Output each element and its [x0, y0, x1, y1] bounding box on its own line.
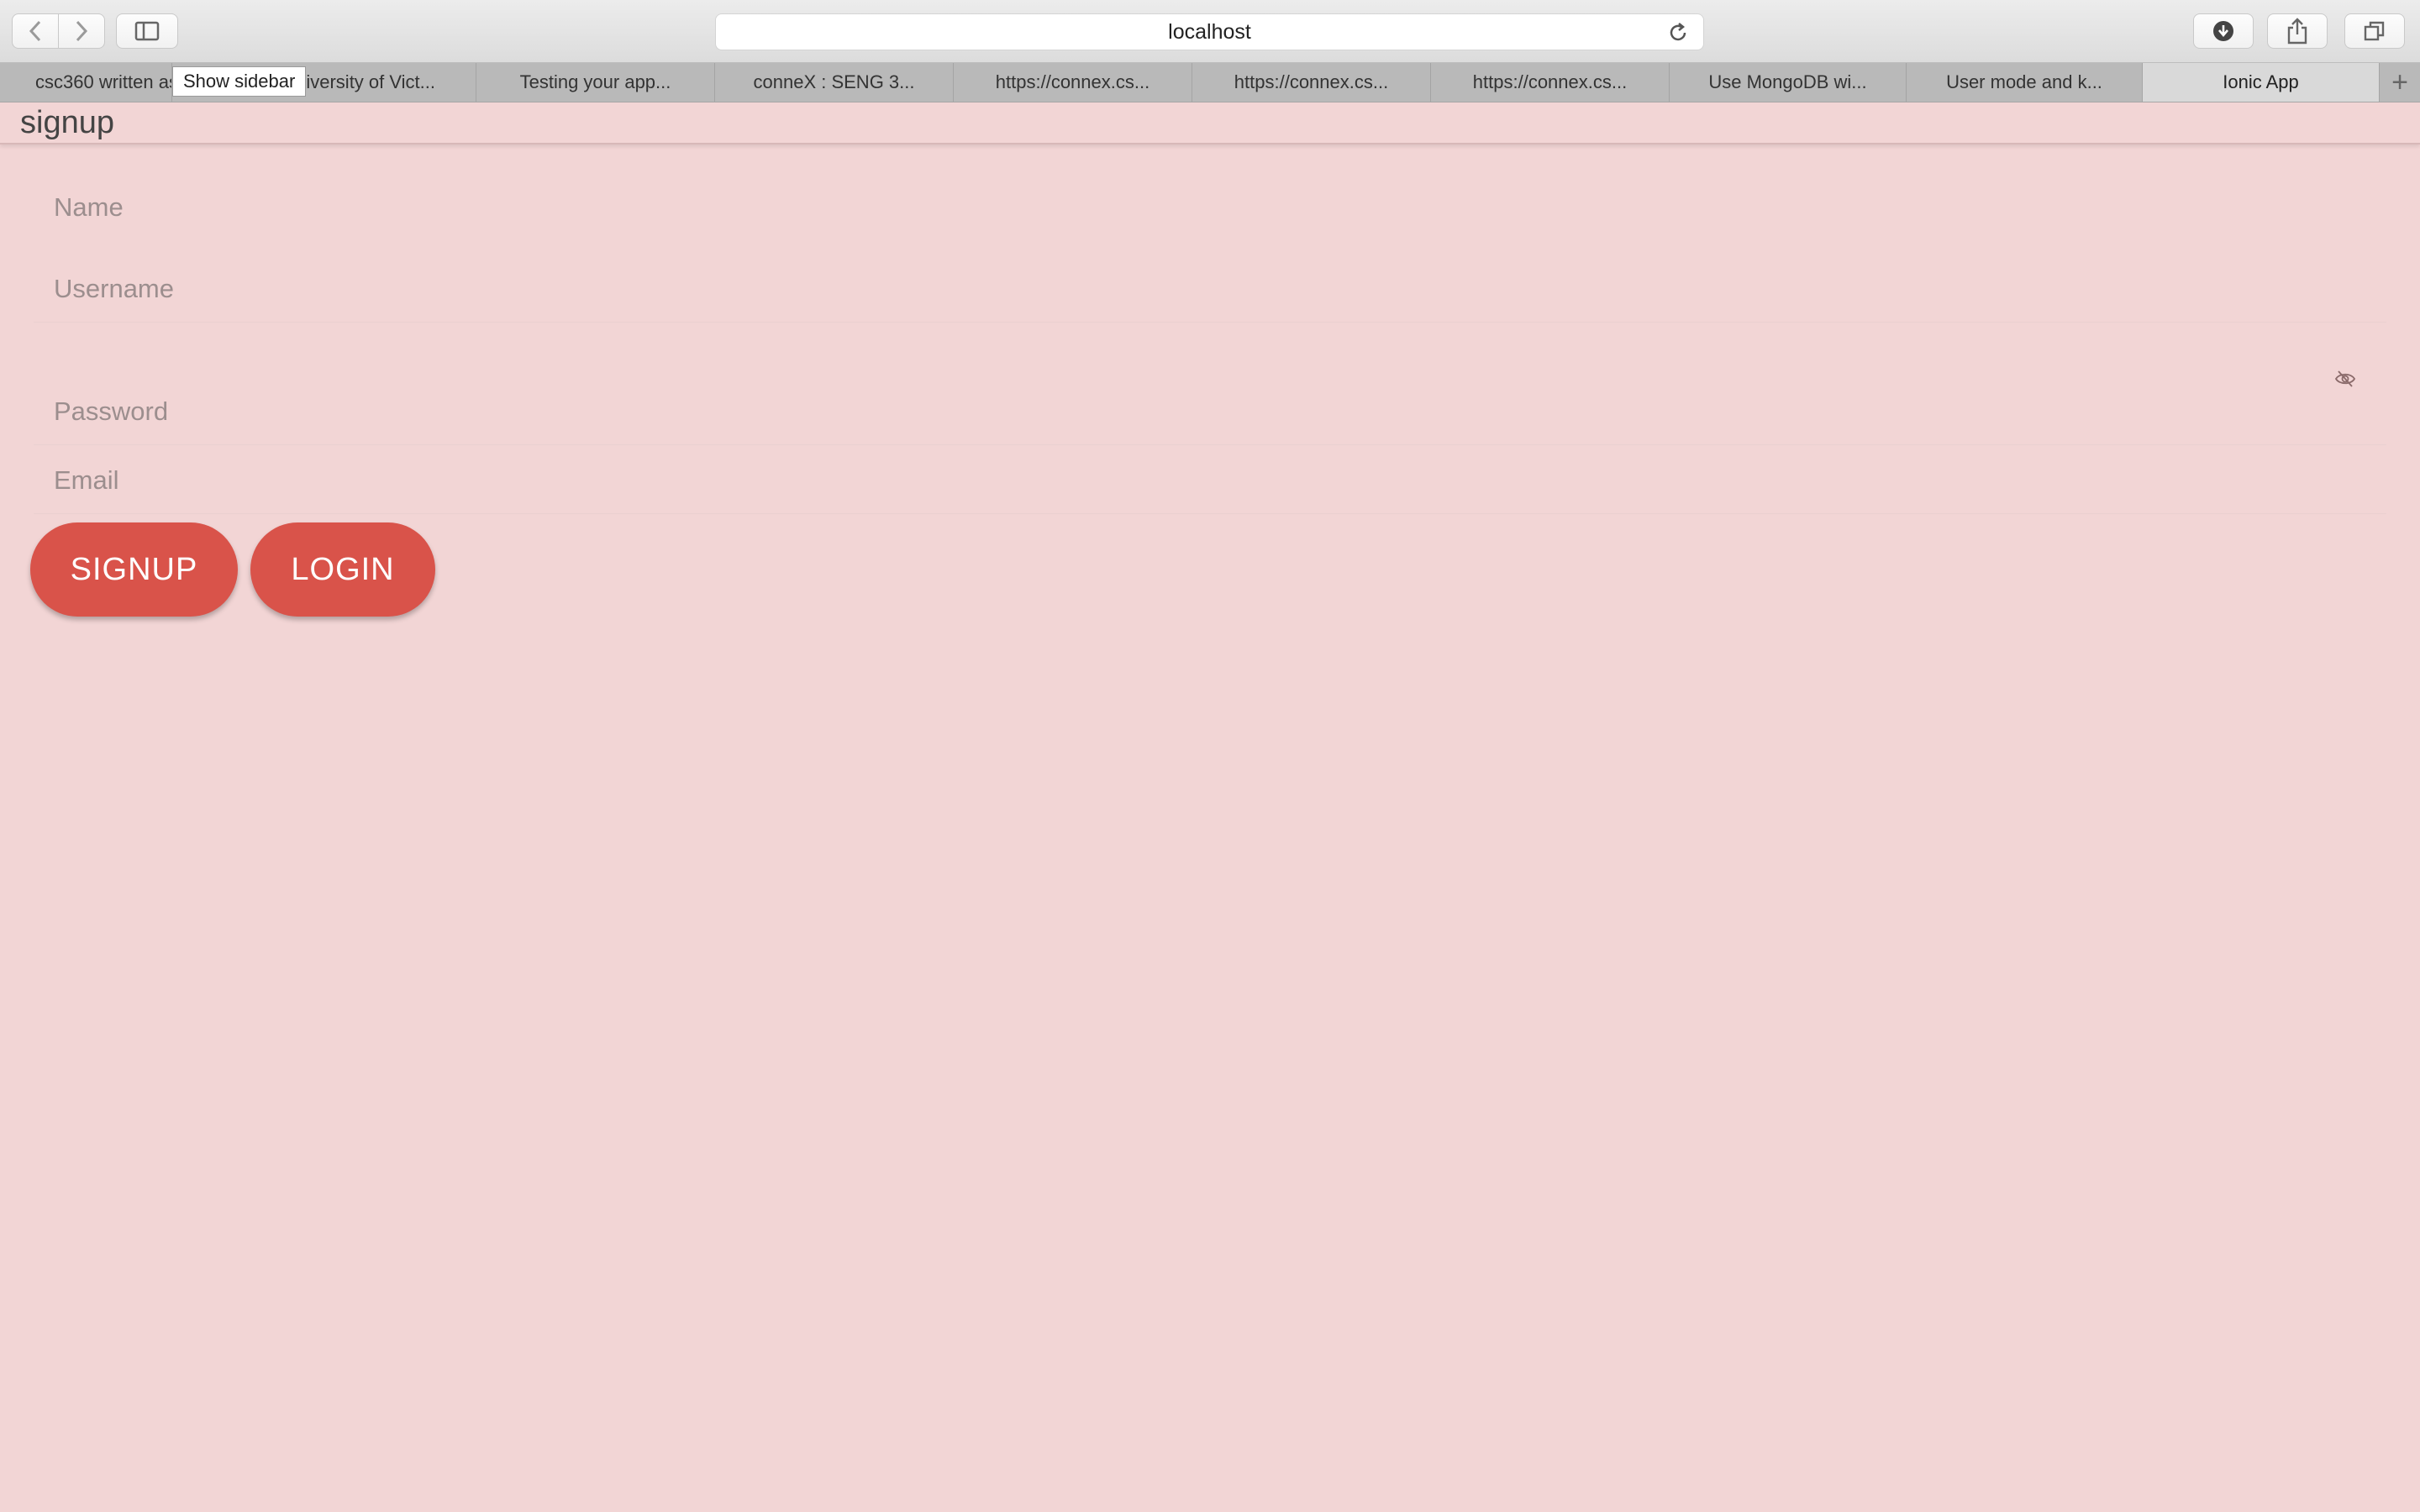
tabs-overview-button[interactable] — [2344, 13, 2405, 49]
tab-label: https://connex.cs... — [995, 71, 1150, 92]
username-input[interactable] — [34, 255, 2386, 322]
password-input[interactable] — [34, 378, 2386, 444]
username-field[interactable] — [34, 255, 2386, 323]
new-tab-button[interactable]: + — [2380, 63, 2420, 102]
tabs-overview-icon — [2363, 19, 2386, 43]
address-bar[interactable]: localhost — [715, 13, 1704, 50]
sidebar-tooltip: Show sidebar — [172, 66, 307, 97]
signup-button[interactable]: SIGNUP — [30, 522, 238, 617]
tab-user-mode[interactable]: User mode and k... — [1907, 63, 2143, 102]
login-button[interactable]: LOGIN — [250, 522, 435, 617]
eye-off-icon[interactable] — [2333, 366, 2358, 391]
tab-connex-seng[interactable]: conneX : SENG 3... — [715, 63, 954, 102]
download-button[interactable] — [2193, 13, 2254, 49]
app-header: signup — [0, 102, 2420, 144]
share-icon — [2286, 18, 2308, 45]
forward-icon — [74, 20, 89, 42]
tab-label: https://connex.cs... — [1234, 71, 1389, 92]
tab-label: Use MongoDB wi... — [1708, 71, 1867, 92]
tab-label: csc360 written assignment — [35, 71, 171, 92]
download-icon — [2211, 18, 2236, 44]
back-icon — [28, 20, 43, 42]
reload-icon[interactable] — [1666, 21, 1690, 45]
share-button[interactable] — [2267, 13, 2328, 49]
address-text: localhost — [1168, 19, 1251, 44]
tab-testing[interactable]: Testing your app... — [476, 63, 715, 102]
back-button[interactable] — [12, 13, 59, 49]
sidebar-button[interactable] — [116, 13, 178, 49]
tab-connex-2[interactable]: https://connex.cs... — [1192, 63, 1431, 102]
name-input[interactable] — [34, 178, 2386, 237]
tab-label: conneX : SENG 3... — [753, 71, 915, 92]
tooltip-text: Show sidebar — [183, 71, 296, 92]
tab-label: https://connex.cs... — [1472, 71, 1628, 92]
tab-label: User mode and k... — [1946, 71, 2102, 92]
plus-icon: + — [2391, 66, 2408, 98]
tab-label: Testing your app... — [519, 71, 671, 92]
tab-bar: csc360 written assignment University of … — [0, 63, 2420, 102]
browser-toolbar: localhost — [0, 0, 2420, 63]
tab-label: Ionic App — [2223, 71, 2299, 92]
email-field[interactable] — [34, 447, 2386, 514]
forward-button[interactable] — [58, 13, 105, 49]
tab-mongodb[interactable]: Use MongoDB wi... — [1670, 63, 1907, 102]
tab-ionic-app[interactable]: Ionic App — [2143, 63, 2380, 102]
tab-csc360[interactable]: csc360 written assignment — [0, 63, 172, 102]
sidebar-icon — [134, 21, 160, 41]
name-field[interactable] — [34, 178, 2386, 237]
password-field[interactable] — [34, 378, 2386, 445]
tab-connex-1[interactable]: https://connex.cs... — [954, 63, 1192, 102]
tab-connex-3[interactable]: https://connex.cs... — [1431, 63, 1670, 102]
page-title: signup — [20, 105, 114, 140]
email-input[interactable] — [34, 447, 2386, 513]
